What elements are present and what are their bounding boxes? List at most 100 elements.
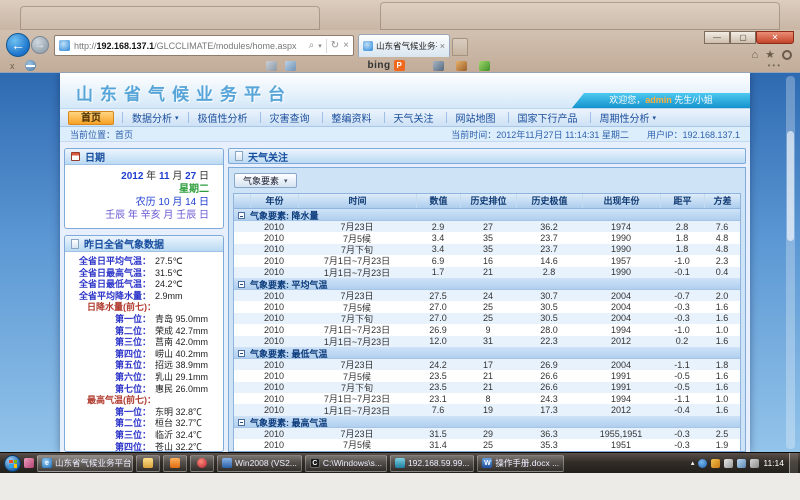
element-filter-button[interactable]: 气象要素 ▾ — [234, 173, 297, 188]
rank-value: 莒南 42.0mm — [155, 337, 208, 349]
tray-expander-icon[interactable]: ▴ — [691, 459, 695, 467]
taskbar-vm-button[interactable]: Win2008 (VS2... — [217, 455, 302, 472]
collapse-icon[interactable] — [238, 350, 245, 357]
network-icon[interactable] — [737, 459, 746, 468]
nav-item[interactable]: 极值性分析 — [188, 112, 260, 123]
list-item: 第二位： 荣成 42.7mm — [65, 326, 219, 338]
rank-label: 第一位： — [65, 314, 151, 326]
paw-icon[interactable] — [456, 61, 467, 71]
weather-stats: 全省日平均气温：27.5℃ 全省日最高气温：31.5℃ 全省日最低气温：24.2… — [65, 256, 219, 302]
windows-flag-icon — [9, 460, 17, 468]
nav-items: 数据分析▾ 极值性分析 灾害查询 整编资料 天气关注 网站地图 国家下行产品 — [122, 109, 665, 126]
browser-forward-button[interactable]: → — [31, 36, 49, 54]
tray-security-icon[interactable] — [711, 459, 720, 468]
taskbar-ie-button[interactable]: e 山东省气候业务平台 — [37, 455, 133, 472]
collapse-icon[interactable] — [238, 281, 245, 288]
address-bar[interactable]: http://192.168.137.1/GLCCLIMATE/modules/… — [54, 35, 354, 56]
blocker-icon[interactable] — [25, 60, 36, 71]
list-item: 第一位：东明 32.8℃ — [65, 407, 219, 419]
taskbar-cmd-button[interactable]: C C:\Windows\s... — [305, 455, 387, 472]
show-desktop-button[interactable] — [789, 453, 798, 474]
section-row-mean-temp[interactable]: 气象要素: 平均气温 — [234, 278, 740, 290]
puzzle-icon[interactable] — [479, 61, 490, 71]
nav-item[interactable]: 天气关注 — [384, 112, 446, 123]
col-occur-year: 出现年份 — [582, 194, 660, 208]
back-icon: ← — [11, 37, 25, 53]
rank-value: 苍山 32.2℃ — [155, 442, 202, 453]
taskbar-rdp-button[interactable]: 192.168.59.99... — [390, 455, 474, 472]
mail-icon[interactable] — [285, 61, 296, 71]
nav-item[interactable]: 网站地图 — [446, 112, 508, 123]
search-icon[interactable]: ⌕ — [309, 40, 315, 51]
rank-label: 第五位： — [65, 360, 151, 372]
minimize-button[interactable]: — — [704, 31, 730, 44]
url-text[interactable]: http://192.168.137.1/GLCCLIMATE/modules/… — [74, 41, 305, 51]
taskbar-button-label: Win2008 (VS2... — [235, 458, 297, 468]
nav-item-home[interactable]: 首页 — [68, 111, 114, 125]
rain-rank-title: 日降水量(前七)： — [65, 302, 219, 314]
section-row-max-temp[interactable]: 气象要素: 最高气温 — [234, 416, 740, 428]
tray-app-icon[interactable] — [698, 459, 707, 468]
start-button[interactable] — [4, 455, 21, 472]
search-dropdown-icon[interactable]: ▾ — [318, 42, 322, 50]
clock[interactable]: 11:14 — [763, 458, 784, 468]
volume-icon[interactable] — [750, 459, 759, 468]
list-item: 第三位：临沂 32.4℃ — [65, 430, 219, 442]
scrollbar-thumb[interactable] — [787, 131, 794, 241]
table-row[interactable]: 20101月1日~7月23日1.7212.81990-0.10.4 — [234, 267, 740, 278]
taskbar: e 山东省气候业务平台 Win2008 (VS2... C C:\Windows… — [0, 452, 800, 473]
section-row-precipitation[interactable]: 气象要素: 降水量 — [234, 209, 740, 221]
welcome-prefix: 欢迎您， — [609, 95, 645, 105]
sidebar-close-icon[interactable]: x — [10, 61, 15, 71]
collapse-icon[interactable] — [238, 419, 245, 426]
bing-logo[interactable]: bing — [368, 60, 391, 71]
taskbar-media-button[interactable] — [190, 455, 214, 472]
list-item: 第四位：苍山 32.2℃ — [65, 442, 219, 453]
nav-item-label: 灾害查询 — [270, 110, 310, 125]
action-center-flag-icon[interactable] — [724, 459, 733, 468]
main-area: 天气关注 气象要素 ▾ 年份 时间 数值 — [228, 148, 746, 452]
calendar-body: 2012 年 11 月 27 日 星期二 农历 10 月 14 日 壬辰 年 辛… — [65, 165, 223, 228]
browser-back-button[interactable]: ← — [6, 33, 30, 57]
bing-toolbar[interactable]: bing P — [368, 60, 405, 71]
minimize-icon: — — [713, 33, 721, 42]
stop-icon[interactable]: × — [343, 40, 349, 51]
taskbar-button-label: 192.168.59.99... — [408, 458, 469, 468]
refresh-icon[interactable]: ↻ — [331, 40, 339, 51]
pinned-app-icon[interactable] — [24, 458, 34, 468]
rank-label: 第二位： — [65, 326, 151, 338]
nav-item[interactable]: 灾害查询 — [260, 112, 322, 123]
maximize-button[interactable]: ▢ — [730, 31, 756, 44]
nav-item[interactable]: 数据分析▾ — [122, 112, 188, 123]
bing-badge-icon[interactable]: P — [394, 60, 405, 71]
maximize-icon: ▢ — [739, 33, 747, 42]
tab-close-icon[interactable]: × — [440, 41, 445, 51]
page-scrollbar[interactable] — [786, 76, 795, 449]
card-icon[interactable] — [266, 61, 277, 71]
section-row-min-temp[interactable]: 气象要素: 最低气温 — [234, 347, 740, 359]
calendar-year-unit: 年 — [146, 171, 156, 182]
table-row[interactable]: 20101月1日~7月23日12.03122.320120.21.6 — [234, 336, 740, 347]
section-rows: 20107月23日24.21726.92004-1.11.8 20107月5候2… — [234, 359, 740, 416]
table-row[interactable]: 20101月1日~7月23日7.61917.32012-0.41.6 — [234, 404, 740, 415]
site-container: 山东省气候业务平台 欢迎您，admin 先生/小姐 首页 数据分析▾ 极值性分析… — [60, 73, 750, 452]
rank-value: 荣成 42.7mm — [155, 326, 208, 338]
page-content: 日期 2012 年 11 月 27 日 星期二 农历 10 月 14 日 壬辰 … — [60, 144, 750, 452]
close-button[interactable]: ✕ — [756, 31, 794, 44]
nav-item[interactable]: 国家下行产品 — [508, 112, 590, 123]
rank-value: 东明 32.8℃ — [155, 407, 202, 419]
taskbar-word-button[interactable]: W 操作手册.docx ... — [477, 455, 564, 472]
collapse-icon[interactable] — [238, 212, 245, 219]
nav-item[interactable]: 周期性分析▾ — [590, 112, 666, 123]
new-tab-button[interactable] — [452, 38, 468, 56]
more-icon[interactable]: ••• — [768, 61, 782, 70]
nav-item[interactable]: 整编资料 — [322, 112, 384, 123]
browser-tab[interactable]: 山东省气候业务平... × — [358, 34, 450, 57]
camera-icon[interactable] — [433, 61, 444, 71]
browser-viewport: 山东省气候业务平台 欢迎您，admin 先生/小姐 首页 数据分析▾ 极值性分析… — [0, 73, 800, 452]
stat-label: 全省日最低气温： — [65, 279, 151, 291]
taskbar-app-button[interactable] — [163, 455, 187, 472]
rank-value: 桓台 32.7℃ — [155, 418, 202, 430]
calendar-month: 11 — [159, 171, 170, 182]
taskbar-explorer-button[interactable] — [136, 455, 160, 472]
